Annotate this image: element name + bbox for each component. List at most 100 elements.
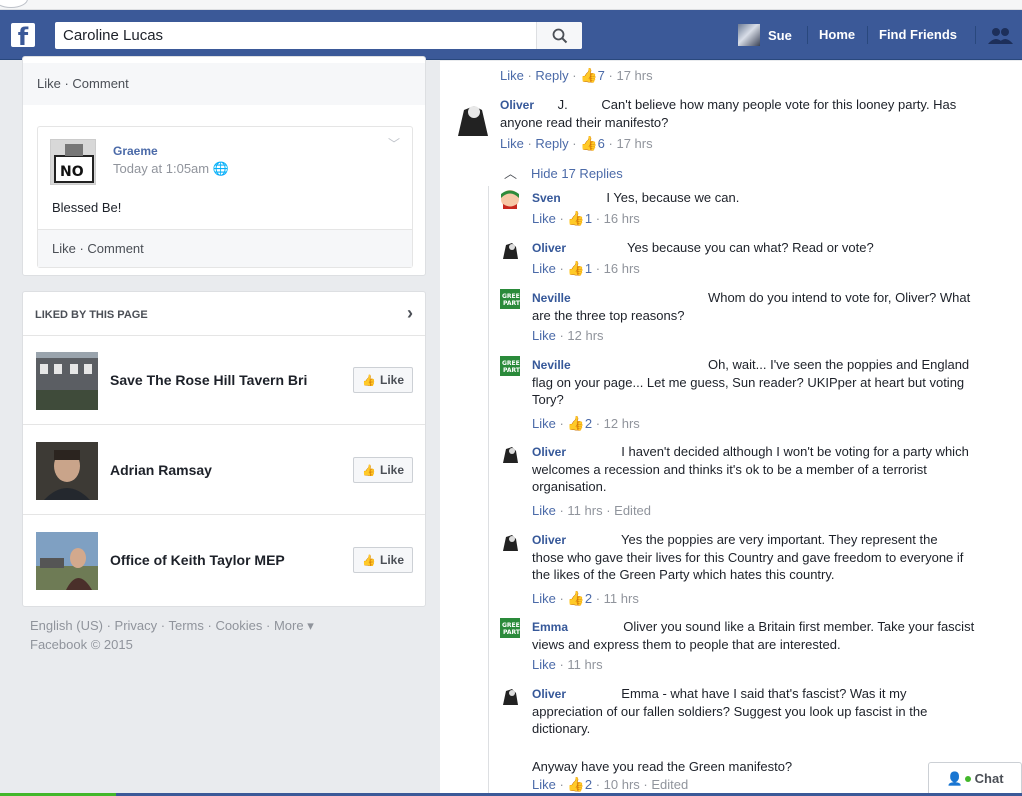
footer-link-cookies[interactable]: Cookies bbox=[215, 618, 262, 633]
like-link[interactable]: Like bbox=[500, 136, 524, 151]
like-link[interactable]: Like bbox=[532, 591, 556, 606]
like-link[interactable]: Like bbox=[532, 328, 556, 343]
search-input[interactable] bbox=[55, 22, 535, 49]
reply-author[interactable]: Oliver bbox=[532, 241, 566, 255]
page-name[interactable]: Adrian Ramsay bbox=[110, 462, 335, 478]
liked-by-page-title: LIKED BY THIS PAGE bbox=[35, 309, 148, 321]
like-link[interactable]: Like bbox=[52, 241, 76, 256]
chevron-right-icon[interactable]: › bbox=[407, 303, 413, 324]
nav-profile-link[interactable]: Sue bbox=[738, 24, 792, 46]
reply-time[interactable]: 11 hrs bbox=[567, 657, 602, 672]
reply-meta: Like · 12 hrs bbox=[532, 328, 604, 343]
avatar[interactable] bbox=[500, 239, 520, 259]
reply-link[interactable]: Reply bbox=[535, 136, 568, 151]
svg-text:PARTY: PARTY bbox=[503, 367, 520, 374]
green-party-avatar[interactable]: GREENPARTY bbox=[500, 356, 520, 376]
comment-link[interactable]: Comment bbox=[87, 241, 143, 256]
page-name[interactable]: Office of Keith Taylor MEP bbox=[110, 552, 335, 568]
browser-button[interactable] bbox=[0, 0, 28, 8]
like-count[interactable]: 2 bbox=[585, 416, 592, 431]
nav-home-link[interactable]: Home bbox=[819, 24, 855, 46]
hide-replies-toggle[interactable]: ︿ Hide 17 Replies bbox=[504, 163, 623, 182]
chat-tab[interactable]: 👤 Chat bbox=[928, 762, 1022, 794]
footer-link-language[interactable]: English (US) bbox=[30, 618, 103, 633]
reply-time[interactable]: 12 hrs bbox=[604, 416, 640, 431]
green-party-avatar[interactable]: GREENPARTY bbox=[500, 289, 520, 309]
reply-meta: Like · 👍1 · 16 hrs bbox=[532, 260, 640, 276]
like-count[interactable]: 2 bbox=[585, 591, 592, 606]
like-count[interactable]: 7 bbox=[598, 68, 605, 83]
like-link[interactable]: Like bbox=[532, 777, 556, 792]
reply-time[interactable]: 16 hrs bbox=[604, 261, 640, 276]
like-page-button[interactable]: 👍 Like bbox=[353, 367, 413, 393]
avatar[interactable] bbox=[452, 96, 492, 136]
like-link[interactable]: Like bbox=[532, 657, 556, 672]
liked-by-page-header[interactable]: LIKED BY THIS PAGE › bbox=[23, 292, 425, 336]
like-thumb-icon: 👍 bbox=[567, 210, 585, 226]
green-party-avatar[interactable]: GREENPARTY bbox=[500, 618, 520, 638]
reply-time[interactable]: 10 hrs bbox=[604, 777, 640, 792]
post-author[interactable]: Graeme bbox=[113, 144, 158, 158]
comment-author[interactable]: Oliver bbox=[500, 98, 534, 112]
facebook-logo-icon[interactable]: f bbox=[11, 23, 35, 47]
comment-meta: Like · Reply · 👍7 · 17 hrs bbox=[500, 67, 653, 83]
like-page-button[interactable]: 👍 Like bbox=[353, 457, 413, 483]
like-link[interactable]: Like bbox=[532, 261, 556, 276]
reply-time[interactable]: 12 hrs bbox=[567, 328, 603, 343]
like-link[interactable]: Like bbox=[532, 211, 556, 226]
friends-icon[interactable] bbox=[988, 26, 1014, 49]
avatar[interactable] bbox=[500, 531, 520, 551]
avatar[interactable] bbox=[500, 189, 520, 209]
reply-time[interactable]: 11 hrs bbox=[604, 591, 639, 606]
like-thumb-icon: 👍 bbox=[580, 67, 598, 83]
like-count[interactable]: 1 bbox=[585, 261, 592, 276]
like-count[interactable]: 1 bbox=[585, 211, 592, 226]
chevron-down-icon[interactable]: ﹀ bbox=[388, 135, 400, 152]
footer-link-terms[interactable]: Terms bbox=[168, 618, 203, 633]
reply-link[interactable]: Reply bbox=[535, 68, 568, 83]
page-thumbnail[interactable] bbox=[36, 532, 98, 590]
page-thumbnail[interactable] bbox=[36, 442, 98, 500]
comment-time[interactable]: 17 hrs bbox=[616, 136, 652, 151]
reply-author[interactable]: Sven bbox=[532, 191, 561, 205]
like-thumb-icon: 👍 bbox=[567, 415, 585, 431]
reply-author[interactable]: Emma bbox=[532, 620, 568, 634]
like-page-button[interactable]: 👍 Like bbox=[353, 547, 413, 573]
like-thumb-icon: 👍 bbox=[580, 135, 598, 151]
footer-link-more[interactable]: More bbox=[274, 618, 304, 633]
reply-meta: Like · 👍2 · 10 hrs · Edited bbox=[532, 776, 689, 792]
footer-link-privacy[interactable]: Privacy bbox=[115, 618, 158, 633]
reply-author[interactable]: Oliver bbox=[532, 533, 566, 547]
edited-label[interactable]: Edited bbox=[614, 503, 651, 518]
like-count[interactable]: 2 bbox=[585, 777, 592, 792]
comment-link[interactable]: Comment bbox=[72, 76, 128, 91]
page-name[interactable]: Save The Rose Hill Tavern Bri bbox=[110, 372, 335, 388]
like-link[interactable]: Like bbox=[37, 76, 61, 91]
search-button[interactable] bbox=[536, 22, 582, 49]
avatar bbox=[738, 24, 760, 46]
liked-by-page-card: LIKED BY THIS PAGE › Save The Rose Hill … bbox=[22, 291, 426, 607]
chat-label: Chat bbox=[974, 771, 1004, 786]
like-link[interactable]: Like bbox=[532, 503, 556, 518]
reply-author[interactable]: Oliver bbox=[532, 445, 566, 459]
like-link[interactable]: Like bbox=[500, 68, 524, 83]
chat-user-icon: 👤 bbox=[946, 770, 963, 786]
avatar[interactable]: NO bbox=[50, 139, 96, 185]
liked-page-row: Office of Keith Taylor MEP 👍 Like bbox=[23, 516, 425, 605]
comment-time[interactable]: 17 hrs bbox=[616, 68, 652, 83]
reply-author[interactable]: Oliver bbox=[532, 687, 566, 701]
like-button-label: Like bbox=[379, 373, 404, 387]
reply-time[interactable]: 16 hrs bbox=[604, 211, 640, 226]
edited-label[interactable]: Edited bbox=[651, 777, 688, 792]
nav-find-friends-link[interactable]: Find Friends bbox=[879, 24, 957, 46]
avatar[interactable] bbox=[500, 685, 520, 705]
like-thumb-icon: 👍 bbox=[362, 554, 376, 567]
post-time[interactable]: Today at 1:05am 🌐 bbox=[113, 161, 229, 177]
reply-author[interactable]: Neville bbox=[532, 358, 571, 372]
like-link[interactable]: Like bbox=[532, 416, 556, 431]
reply-author[interactable]: Neville bbox=[532, 291, 571, 305]
avatar[interactable] bbox=[500, 443, 520, 463]
page-thumbnail[interactable] bbox=[36, 352, 98, 410]
reply-time[interactable]: 11 hrs bbox=[567, 503, 602, 518]
like-count[interactable]: 6 bbox=[598, 136, 605, 151]
